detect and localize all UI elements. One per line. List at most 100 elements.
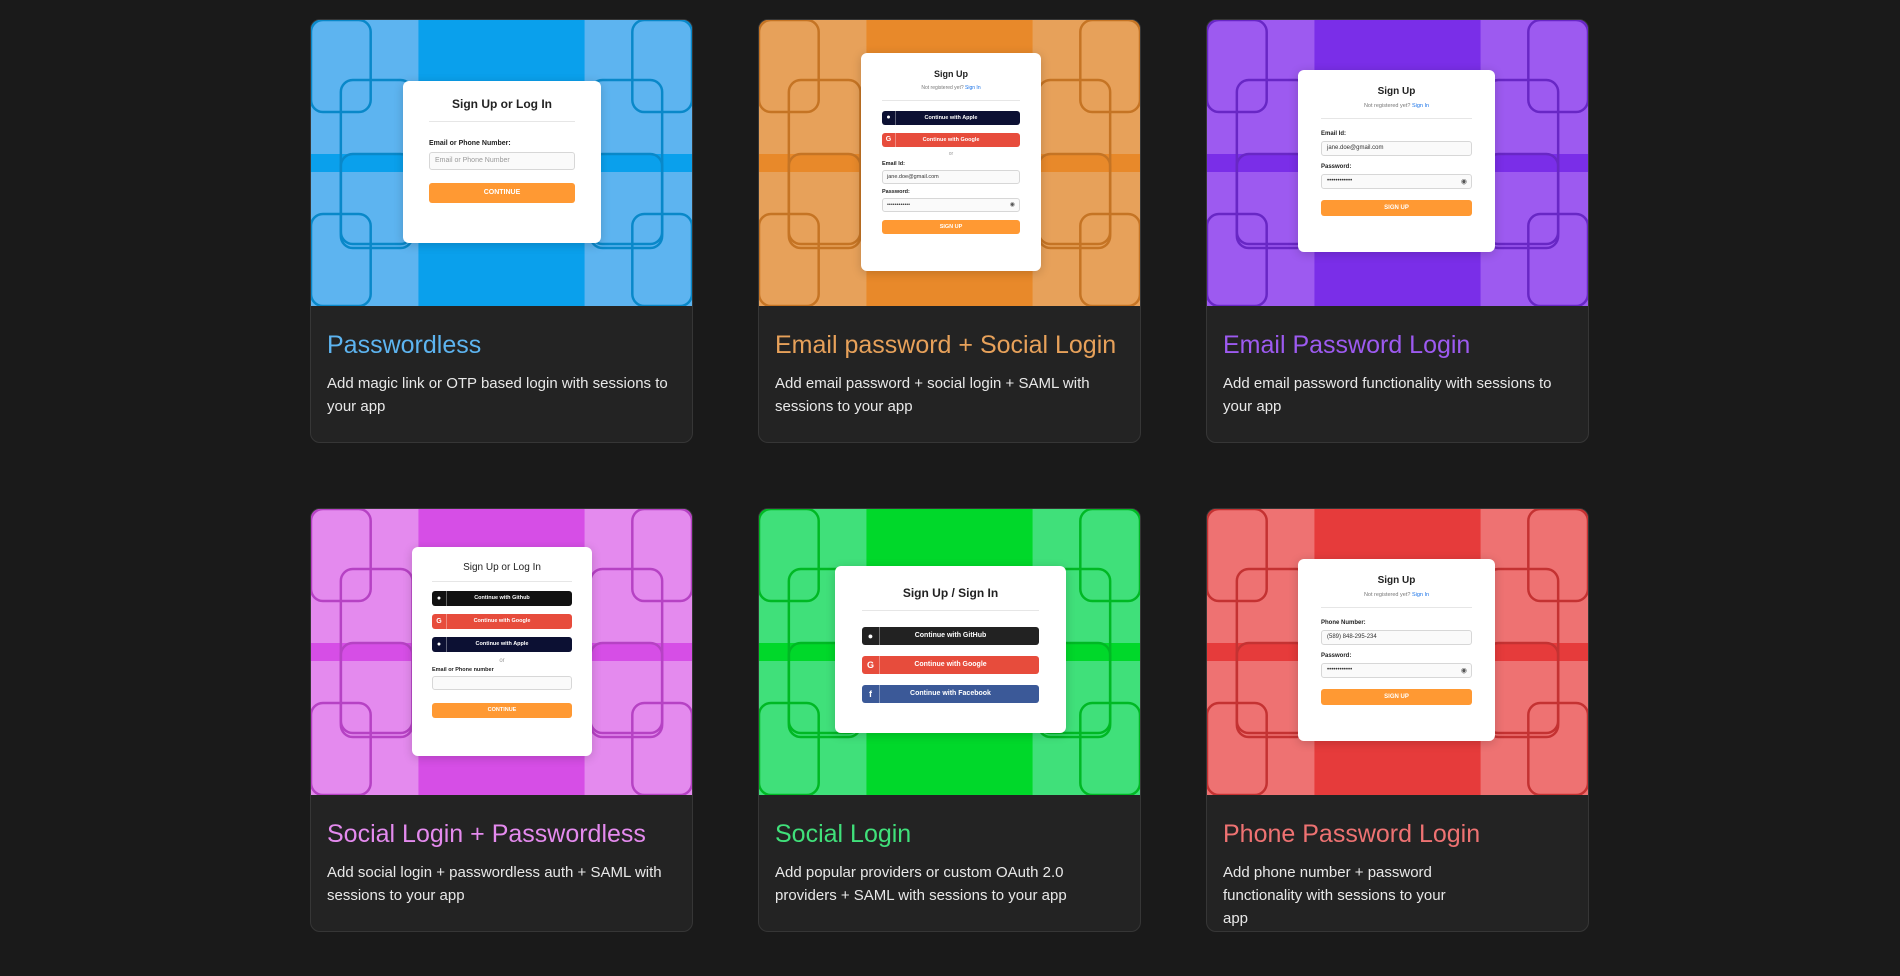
email-label: Email Id: xyxy=(882,161,905,167)
mock-subtitle: Not registered yet? Sign In xyxy=(1321,592,1472,598)
card-title: Social Login xyxy=(775,820,912,848)
email-input: jane.doe@gmail.com xyxy=(1321,141,1472,156)
apple-icon: ● xyxy=(432,637,447,652)
eye-icon: ◉ xyxy=(1460,667,1467,674)
password-input: •••••••••••• ◉ xyxy=(882,198,1020,212)
divider xyxy=(882,100,1020,101)
card-body: Passwordless Add magic link or OTP based… xyxy=(311,306,692,418)
continue-with-apple-button: ● Continue with Apple xyxy=(432,637,572,652)
email-label: Email Id: xyxy=(1321,131,1347,137)
card-preview: Sign Up / Sign In ● Continue with GitHub … xyxy=(759,509,1140,795)
login-mockup: Sign Up / Sign In ● Continue with GitHub … xyxy=(835,566,1066,733)
sign-up-button: SIGN UP xyxy=(1321,200,1472,216)
sign-up-button: SIGN UP xyxy=(882,220,1020,234)
email-phone-input xyxy=(432,676,572,690)
sign-up-button: SIGN UP xyxy=(1321,689,1472,705)
google-icon: G xyxy=(432,614,447,629)
password-input: •••••••••••• ◉ xyxy=(1321,174,1472,189)
password-value: •••••••••••• xyxy=(1327,178,1353,184)
mock-title: Sign Up xyxy=(1377,86,1416,97)
google-icon: G xyxy=(862,656,880,674)
card-body: Phone Password Login Add phone number + … xyxy=(1207,795,1588,930)
card-body: Social Login + Passwordless Add social l… xyxy=(311,795,692,907)
continue-with-facebook-button: f Continue with Facebook xyxy=(862,685,1039,703)
divider xyxy=(1321,118,1472,119)
apple-icon: ● xyxy=(882,111,896,125)
continue-button: CONTINUE xyxy=(429,183,575,203)
card-body: Email password + Social Login Add email … xyxy=(759,306,1140,418)
card-description: Add phone number + password functionalit… xyxy=(1223,864,1446,927)
card-email-password-social[interactable]: Sign Up Not registered yet? Sign In ● Con… xyxy=(758,19,1141,443)
button-label: Continue with Github xyxy=(474,595,530,601)
button-label: Continue with Apple xyxy=(924,115,978,121)
card-passwordless[interactable]: Sign Up or Log In Email or Phone Number:… xyxy=(310,19,693,443)
password-label: Password: xyxy=(1321,164,1352,170)
continue-with-github-button: ● Continue with Github xyxy=(432,591,572,606)
subtitle-text: Not registered yet? xyxy=(921,85,964,91)
field-label: Email or Phone Number: xyxy=(429,140,511,147)
continue-with-github-button: ● Continue with GitHub xyxy=(862,627,1039,645)
login-mockup: Sign Up Not registered yet? Sign In Phon… xyxy=(1298,559,1495,741)
card-preview: Sign Up Not registered yet? Sign In Emai… xyxy=(1207,20,1588,306)
card-title: Email password + Social Login xyxy=(775,331,1117,359)
google-icon: G xyxy=(882,133,896,147)
card-social-login[interactable]: Sign Up / Sign In ● Continue with GitHub … xyxy=(758,508,1141,932)
subtitle-text: Not registered yet? xyxy=(1363,103,1411,109)
button-label: Continue with Google xyxy=(922,137,980,143)
card-title: Social Login + Passwordless xyxy=(327,820,646,848)
button-label: Continue with Apple xyxy=(475,641,529,647)
card-preview: Sign Up Not registered yet? Sign In ● Con… xyxy=(759,20,1140,306)
github-icon: ● xyxy=(862,627,880,645)
github-icon: ● xyxy=(432,591,447,606)
continue-with-google-button: G Continue with Google xyxy=(432,614,572,629)
card-description: Add popular providers or custom OAuth 2.… xyxy=(775,864,1067,904)
mock-title: Sign Up xyxy=(1377,575,1416,586)
button-label: Continue with Google xyxy=(473,618,531,624)
mock-title: Sign Up xyxy=(934,69,968,79)
phone-input: (589) 848-295-234 xyxy=(1321,630,1472,645)
card-phone-password-login[interactable]: Sign Up Not registered yet? Sign In Phon… xyxy=(1206,508,1589,932)
card-description: Add social login + passwordless auth + S… xyxy=(327,864,662,904)
card-preview: Sign Up Not registered yet? Sign In Phon… xyxy=(1207,509,1588,795)
card-preview: Sign Up or Log In Email or Phone Number:… xyxy=(311,20,692,306)
password-value: •••••••••••• xyxy=(1327,667,1353,673)
continue-button: CONTINUE xyxy=(432,703,572,718)
card-social-passwordless[interactable]: Sign Up or Log In ● Continue with Github … xyxy=(310,508,693,932)
or-separator: or xyxy=(499,658,505,664)
card-body: Social Login Add popular providers or cu… xyxy=(759,795,1140,907)
mock-title: Sign Up or Log In xyxy=(463,562,541,573)
mock-title: Sign Up or Log In xyxy=(452,97,552,111)
sign-in-link: Sign In xyxy=(965,85,981,91)
card-description: Add email password functionality with se… xyxy=(1223,375,1552,415)
sign-in-link: Sign In xyxy=(1411,592,1430,598)
continue-with-google-button: G Continue with Google xyxy=(882,133,1020,147)
email-phone-label: Email or Phone number xyxy=(432,667,494,673)
mock-subtitle: Not registered yet? Sign In xyxy=(1321,103,1472,109)
recipe-grid: Sign Up or Log In Email or Phone Number:… xyxy=(310,19,1590,932)
login-mockup: Sign Up or Log In Email or Phone Number:… xyxy=(403,81,601,243)
card-description: Add email password + social login + SAML… xyxy=(775,375,1090,415)
divider xyxy=(432,581,572,582)
login-mockup: Sign Up Not registered yet? Sign In Emai… xyxy=(1298,70,1495,252)
button-label: Continue with GitHub xyxy=(914,632,987,639)
divider xyxy=(1321,607,1472,608)
email-input: jane.doe@gmail.com xyxy=(882,170,1020,184)
card-description: Add magic link or OTP based login with s… xyxy=(327,375,668,415)
phone-label: Phone Number: xyxy=(1321,620,1366,626)
card-preview: Sign Up or Log In ● Continue with Github … xyxy=(311,509,692,795)
continue-with-apple-button: ● Continue with Apple xyxy=(882,111,1020,125)
divider xyxy=(429,121,575,122)
mock-title: Sign Up / Sign In xyxy=(902,586,999,600)
mock-subtitle: Not registered yet? Sign In xyxy=(882,85,1020,91)
password-label: Password: xyxy=(882,189,910,195)
card-title: Passwordless xyxy=(327,331,482,359)
subtitle-text: Not registered yet? xyxy=(1363,592,1411,598)
login-mockup: Sign Up Not registered yet? Sign In ● Con… xyxy=(861,53,1041,271)
eye-icon: ◉ xyxy=(1460,178,1467,185)
or-separator: or xyxy=(948,151,954,157)
card-email-password-login[interactable]: Sign Up Not registered yet? Sign In Emai… xyxy=(1206,19,1589,443)
card-title: Phone Password Login xyxy=(1223,820,1481,848)
continue-with-google-button: G Continue with Google xyxy=(862,656,1039,674)
button-label: Continue with Google xyxy=(914,661,987,668)
password-label: Password: xyxy=(1321,653,1352,659)
